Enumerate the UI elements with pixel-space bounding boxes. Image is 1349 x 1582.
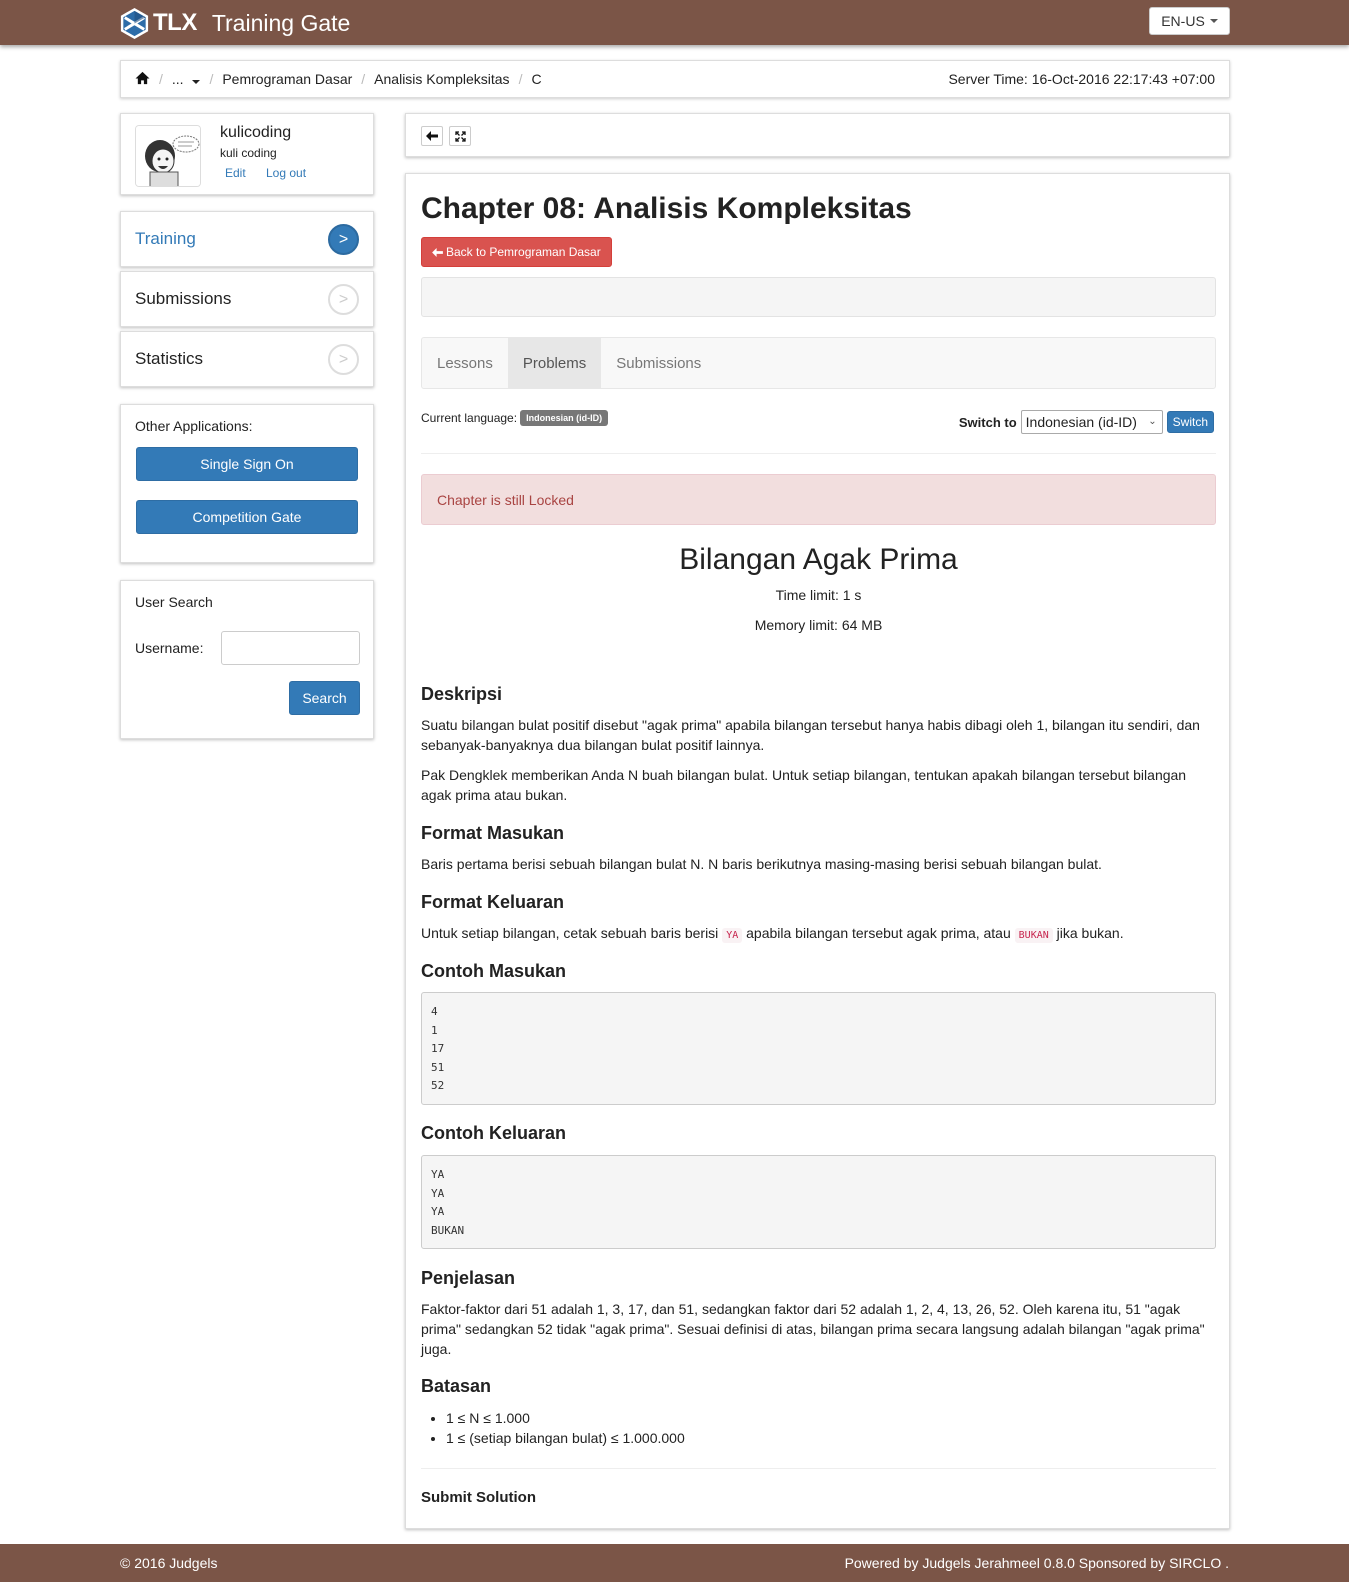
caret-down-icon xyxy=(1209,19,1218,23)
sample-input: 4 1 17 51 52 xyxy=(421,992,1216,1105)
chevron-right-icon: > xyxy=(328,224,359,255)
competition-gate-button[interactable]: Competition Gate xyxy=(136,500,358,534)
deskripsi-paragraph-1: Suatu bilangan bulat positif disebut "ag… xyxy=(421,717,1200,753)
profile-username: kulicoding xyxy=(220,124,292,141)
language-label: EN-US xyxy=(1161,13,1205,29)
arrow-left-icon xyxy=(432,247,443,257)
problem-title: Bilangan Agak Prima xyxy=(679,543,958,576)
sidebar-item-label: Submissions xyxy=(135,289,232,308)
format-masukan-text: Baris pertama berisi sebuah bilangan bul… xyxy=(421,856,1102,872)
list-item: 1 ≤ N ≤ 1.000 xyxy=(446,1408,685,1428)
arrow-left-icon[interactable] xyxy=(421,126,443,146)
brand-logo[interactable]: TLX Training Gate xyxy=(118,5,350,41)
deskripsi-heading: Deskripsi xyxy=(421,684,503,704)
divider xyxy=(421,1468,1216,1469)
logout-link[interactable]: Log out xyxy=(266,166,306,180)
language-switch-form: Switch to Indonesian (id-ID) ⌄ Switch xyxy=(959,410,1214,434)
back-button-label: Back to Pemrograman Dasar xyxy=(446,245,601,259)
user-search-panel: User Search Username: Search xyxy=(120,580,374,739)
chevron-down-icon: ⌄ xyxy=(1148,416,1157,427)
other-applications-panel: Other Applications: Single Sign On Compe… xyxy=(120,404,374,563)
tlx-logo-icon xyxy=(120,7,149,39)
current-language-label: Current language: xyxy=(421,411,518,425)
edit-profile-link[interactable]: Edit xyxy=(225,166,246,180)
sidebar-item-label: Training xyxy=(135,229,196,248)
chapter-title: Chapter 08: Analisis Kompleksitas xyxy=(421,192,912,225)
format-keluaran-text: Untuk setiap bilangan, cetak sebuah bari… xyxy=(421,925,1124,943)
divider xyxy=(421,453,1216,454)
tab-lessons[interactable]: Lessons xyxy=(422,338,508,388)
caret-down-icon xyxy=(192,80,201,84)
fullscreen-icon[interactable] xyxy=(449,126,471,146)
sidebar-item-statistics[interactable]: Statistics > xyxy=(120,331,374,387)
content-toolbar xyxy=(405,113,1230,157)
tab-submissions[interactable]: Submissions xyxy=(601,338,716,388)
user-search-title: User Search xyxy=(135,594,213,610)
current-language: Current language: Indonesian (id-ID) xyxy=(421,410,609,426)
locked-alert: Chapter is still Locked xyxy=(421,474,1216,525)
empty-well xyxy=(421,277,1216,317)
breadcrumb-course[interactable]: Pemrograman Dasar xyxy=(222,71,352,87)
avatar xyxy=(135,125,201,187)
main-content-panel: Chapter 08: Analisis Kompleksitas Back t… xyxy=(405,173,1230,1529)
list-item: 1 ≤ (setiap bilangan bulat) ≤ 1.000.000 xyxy=(446,1428,685,1448)
breadcrumb-problem[interactable]: C xyxy=(531,71,541,87)
app-name: Training Gate xyxy=(211,9,351,36)
sample-output: YA YA YA BUKAN xyxy=(421,1155,1216,1249)
format-keluaran-heading: Format Keluaran xyxy=(421,892,565,912)
language-select[interactable]: Indonesian (id-ID) ⌄ xyxy=(1020,410,1163,434)
chevron-right-icon: > xyxy=(328,344,359,375)
username-label: Username: xyxy=(135,640,204,656)
breadcrumb-more-dropdown[interactable]: ... xyxy=(172,71,201,87)
code-bukan: BUKAN xyxy=(1014,928,1053,943)
batasan-list: 1 ≤ N ≤ 1.000 1 ≤ (setiap bilangan bulat… xyxy=(446,1408,685,1448)
switch-to-label: Switch to xyxy=(958,414,1017,430)
logo-text: TLX xyxy=(153,9,197,36)
sidebar-item-label: Statistics xyxy=(135,349,204,368)
format-masukan-heading: Format Masukan xyxy=(421,823,565,843)
copyright: © 2016 Judgels xyxy=(120,1555,218,1571)
penjelasan-heading: Penjelasan xyxy=(421,1268,516,1288)
home-icon[interactable] xyxy=(135,71,150,88)
batasan-heading: Batasan xyxy=(421,1376,492,1396)
profile-fullname: kuli coding xyxy=(220,146,277,160)
memory-limit: Memory limit: 64 MB xyxy=(754,617,883,633)
contoh-keluaran-heading: Contoh Keluaran xyxy=(421,1123,567,1143)
footer: © 2016 Judgels Powered by Judgels Jerahm… xyxy=(0,1544,1349,1582)
other-applications-title: Other Applications: xyxy=(135,418,253,434)
code-ya: YA xyxy=(722,928,743,943)
top-navbar: TLX Training Gate EN-US xyxy=(0,0,1349,45)
language-dropdown-button[interactable]: EN-US xyxy=(1149,7,1230,35)
server-time: Server Time: 16-Oct-2016 22:17:43 +07:00 xyxy=(948,71,1215,87)
breadcrumb-chapter[interactable]: Analisis Kompleksitas xyxy=(374,71,509,87)
sidebar-item-submissions[interactable]: Submissions > xyxy=(120,271,374,327)
penjelasan-text: Faktor-faktor dari 51 adalah 1, 3, 17, d… xyxy=(421,1301,1205,1357)
tab-problems[interactable]: Problems xyxy=(507,338,602,388)
back-to-course-button[interactable]: Back to Pemrograman Dasar xyxy=(421,237,612,267)
chapter-tabs: Lessons Problems Submissions xyxy=(421,337,1216,389)
time-limit: Time limit: 1 s xyxy=(775,587,862,603)
deskripsi-paragraph-2: Pak Dengklek memberikan Anda N buah bila… xyxy=(421,767,1187,803)
current-language-badge: Indonesian (id-ID) xyxy=(520,410,609,426)
switch-language-button[interactable]: Switch xyxy=(1166,411,1214,433)
username-search-input[interactable] xyxy=(221,631,360,665)
powered-by: Powered by Judgels Jerahmeel 0.8.0 Spons… xyxy=(844,1555,1229,1571)
sidebar-item-training[interactable]: Training > xyxy=(120,211,374,267)
chevron-right-icon: > xyxy=(328,284,359,315)
contoh-masukan-heading: Contoh Masukan xyxy=(421,961,567,981)
submit-solution-heading: Submit Solution xyxy=(421,1489,536,1506)
search-button[interactable]: Search xyxy=(289,681,360,715)
breadcrumb: / ... / Pemrograman Dasar / Analisis Kom… xyxy=(120,60,1230,98)
profile-panel: kulicoding kuli coding Edit Log out xyxy=(120,113,374,195)
single-sign-on-button[interactable]: Single Sign On xyxy=(136,447,358,481)
